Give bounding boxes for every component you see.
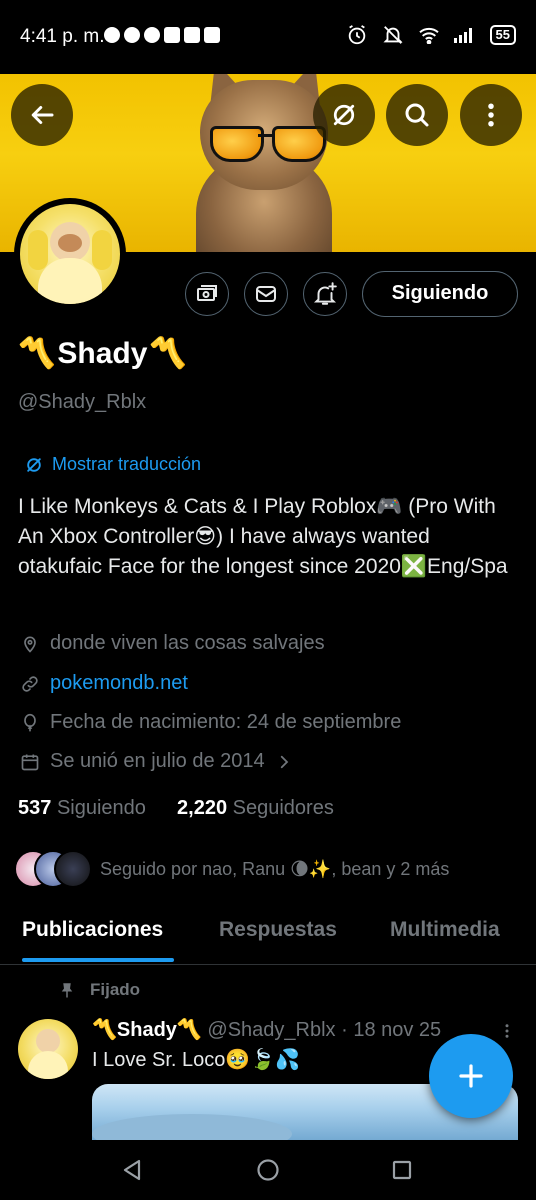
- compose-post-button[interactable]: [429, 1034, 513, 1118]
- followed-by-text: Seguido por nao, Ranu 🌘✨, bean y 2 más: [100, 858, 450, 879]
- tab-posts[interactable]: Publicaciones: [22, 918, 163, 942]
- followers-count-link[interactable]: 2,220 Seguidores: [177, 797, 334, 819]
- joined-row[interactable]: Se unió en julio de 2014: [20, 750, 293, 773]
- followed-by-row[interactable]: Seguido por nao, Ranu 🌘✨, bean y 2 más: [14, 850, 449, 888]
- tab-media[interactable]: Multimedia: [390, 918, 500, 942]
- nav-home-icon[interactable]: [256, 1158, 280, 1182]
- calendar-icon: [21, 754, 39, 770]
- discord-icon: [144, 27, 160, 43]
- notification-icons: [104, 27, 220, 43]
- post-author-name[interactable]: 〽️Shady〽️: [92, 1019, 202, 1041]
- translate-icon: [27, 457, 41, 472]
- translate-label: Mostrar traducción: [52, 454, 202, 474]
- follow-counts: 537 Siguiendo 2,220 Seguidores: [18, 797, 334, 820]
- location-text: donde viven las cosas salvajes: [50, 632, 325, 654]
- following-count-link[interactable]: 537 Siguiendo: [18, 797, 146, 819]
- whatsapp-icon: [104, 27, 120, 43]
- location-row: donde viven las cosas salvajes: [20, 632, 325, 655]
- money-icon: [197, 285, 217, 301]
- tab-replies[interactable]: Respuestas: [219, 918, 337, 942]
- chevron-right-icon: [280, 755, 288, 768]
- more-vertical-icon: [488, 103, 494, 127]
- mail-icon: [256, 286, 276, 302]
- location-icon: [24, 636, 36, 653]
- notifications-button[interactable]: [303, 272, 347, 316]
- nav-recents-icon[interactable]: [392, 1160, 412, 1180]
- pin-icon: [61, 983, 73, 998]
- tip-button[interactable]: [185, 272, 229, 316]
- back-button[interactable]: [11, 84, 73, 146]
- chat-icon: [164, 27, 180, 43]
- translate-button[interactable]: [313, 84, 375, 146]
- website-row[interactable]: pokemondb.net: [20, 672, 188, 695]
- post-author-avatar[interactable]: [18, 1019, 78, 1079]
- tiktok-icon: [204, 27, 220, 43]
- bell-plus-icon: [313, 282, 337, 305]
- facebook-icon: [124, 27, 140, 43]
- post-author-handle[interactable]: @Shady_Rblx: [207, 1019, 335, 1041]
- following-label: Siguiendo: [56, 797, 146, 819]
- name-emoji: 〽️: [18, 337, 56, 370]
- more-options-button[interactable]: [460, 84, 522, 146]
- translate-icon: [333, 104, 355, 126]
- pinned-text: Fijado: [90, 980, 141, 999]
- avatar: [54, 850, 92, 888]
- search-icon: [405, 103, 429, 127]
- following-count: 537: [18, 797, 52, 819]
- search-button[interactable]: [386, 84, 448, 146]
- website-link[interactable]: pokemondb.net: [50, 672, 188, 695]
- profile-avatar[interactable]: [14, 198, 126, 310]
- name-text: Shady: [57, 336, 148, 370]
- post-header: 〽️Shady〽️ @Shady_Rblx · 18 nov 25: [92, 1017, 441, 1042]
- bell-off-icon: [382, 26, 403, 44]
- follower-avatars: [14, 850, 92, 888]
- message-button[interactable]: [244, 272, 288, 316]
- battery-level: 55: [489, 25, 516, 45]
- youtube-icon: [184, 27, 200, 43]
- post-date: · 18 nov 25: [341, 1019, 442, 1041]
- profile-bio: I Like Monkeys & Cats & I Play Roblox🎮 (…: [18, 495, 508, 578]
- name-emoji: 〽️: [149, 337, 187, 370]
- profile-tabs: Publicaciones Respuestas Multimedia: [0, 906, 536, 965]
- status-bar: 4:41 p. m. 55: [0, 0, 536, 74]
- username-handle: @Shady_Rblx: [18, 391, 147, 413]
- joined-text: Se unió en julio de 2014: [50, 750, 265, 772]
- active-tab-indicator: [22, 958, 174, 962]
- birthday-row: Fecha de nacimiento: 24 de septiembre: [20, 711, 401, 734]
- cat-sunglasses: [210, 126, 326, 162]
- balloon-icon: [24, 713, 36, 731]
- status-time: 4:41 p. m.: [20, 26, 105, 47]
- back-arrow-icon: [31, 106, 54, 124]
- signal-icon: [453, 28, 472, 43]
- status-right: 55: [346, 24, 516, 46]
- plus-icon: [459, 1064, 483, 1088]
- wifi-icon: [418, 27, 439, 44]
- pinned-label: Fijado: [58, 980, 140, 1000]
- post-text: I Love Sr. Loco🥹🍃💦: [92, 1049, 301, 1071]
- post-more-icon[interactable]: [498, 1020, 516, 1042]
- alarm-icon: [348, 25, 365, 45]
- followers-count: 2,220: [177, 797, 228, 819]
- birthday-text: Fecha de nacimiento: 24 de septiembre: [50, 711, 402, 733]
- followers-label: Seguidores: [232, 797, 334, 819]
- link-icon: [22, 675, 38, 692]
- system-nav-bar: [0, 1140, 536, 1200]
- show-translation-link[interactable]: Mostrar traducción: [24, 454, 201, 475]
- display-name: 〽️ Shady 〽️: [18, 336, 187, 371]
- avatar-image: [20, 204, 120, 304]
- following-button[interactable]: Siguiendo: [362, 271, 518, 317]
- nav-back-icon[interactable]: [121, 1158, 143, 1182]
